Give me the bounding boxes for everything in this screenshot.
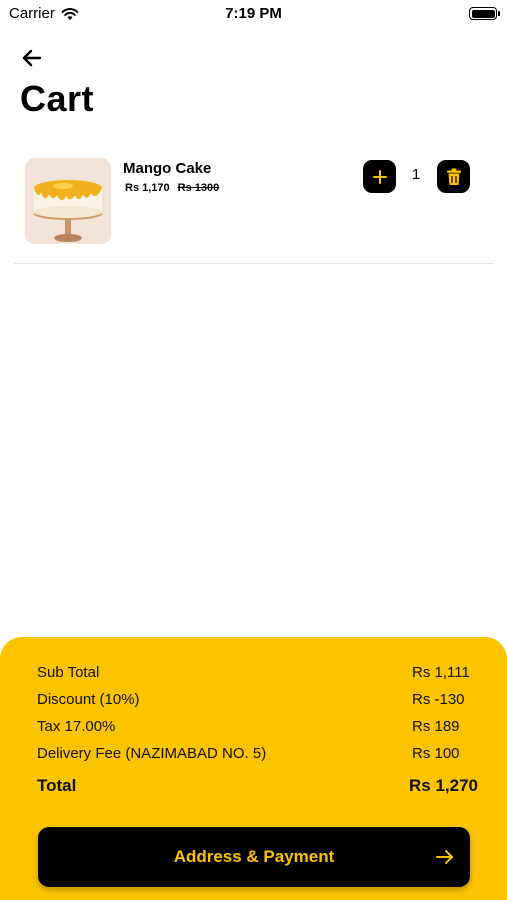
subtotal-row: Sub Total Rs 1,111 (37, 664, 478, 681)
address-payment-button[interactable]: Address & Payment (38, 827, 470, 887)
delivery-fee-row: Delivery Fee (NAZIMABAD NO. 5) Rs 100 (37, 745, 478, 762)
subtotal-value: Rs 1,111 (412, 664, 470, 681)
discount-label: Discount (10%) (37, 691, 140, 708)
clock: 7:19 PM (225, 5, 282, 22)
address-payment-label: Address & Payment (173, 847, 335, 866)
page-title: Cart (20, 78, 95, 119)
trash-icon (446, 168, 461, 185)
delivery-fee-label: Delivery Fee (NAZIMABAD NO. 5) (37, 745, 267, 762)
cart-item: Mango Cake Rs 1,170 Rs 1300 1 (14, 150, 494, 264)
discount-value: Rs -130 (412, 691, 465, 708)
arrow-left-icon (22, 49, 42, 67)
increase-quantity-button[interactable] (363, 160, 396, 193)
tax-value: Rs 189 (412, 718, 460, 735)
quantity-value: 1 (411, 166, 421, 183)
total-row: Total Rs 1,270 (37, 776, 478, 796)
tax-row: Tax 17.00% Rs 189 (37, 718, 478, 735)
discount-row: Discount (10%) Rs -130 (37, 691, 478, 708)
arrow-right-icon (436, 850, 453, 864)
tax-label: Tax 17.00% (37, 718, 116, 735)
battery-icon (469, 7, 500, 20)
total-label: Total (37, 776, 77, 795)
mango-cake-image (25, 158, 111, 244)
plus-icon (372, 169, 387, 184)
item-original-price: Rs 1300 (177, 182, 220, 194)
total-value: Rs 1,270 (409, 776, 478, 795)
status-bar: Carrier 7:19 PM (0, 0, 507, 28)
delivery-fee-value: Rs 100 (412, 745, 460, 762)
item-price: Rs 1,170 (125, 182, 170, 194)
item-name: Mango Cake (123, 160, 212, 177)
delete-item-button[interactable] (437, 160, 470, 193)
back-button[interactable] (20, 46, 46, 70)
subtotal-label: Sub Total (37, 664, 100, 681)
item-prices: Rs 1,170 Rs 1300 (125, 182, 219, 194)
